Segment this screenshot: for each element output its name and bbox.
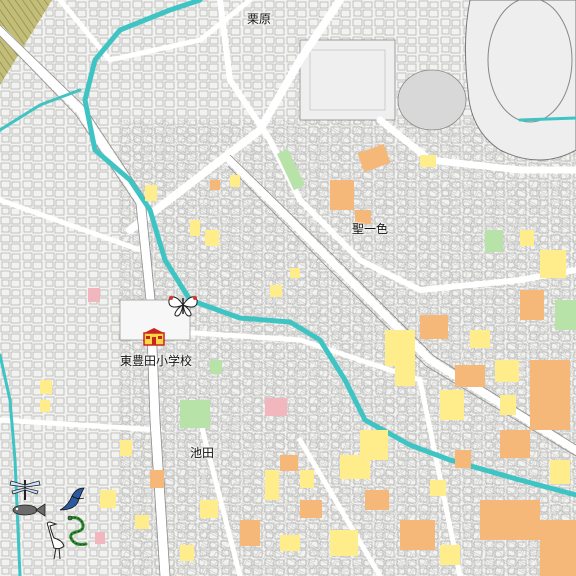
map[interactable]: 栗原 聖一色 池田 東豊田小学校 — [0, 0, 576, 576]
parking-area — [397, 69, 467, 131]
place-label-seiisshiki: 聖一色 — [352, 222, 389, 236]
factory-building — [299, 39, 396, 121]
bird-icon[interactable] — [58, 486, 86, 512]
place-label-school: 東豊田小学校 — [120, 354, 193, 368]
fish-icon[interactable] — [10, 502, 46, 518]
place-label-ikeda: 池田 — [190, 446, 215, 460]
map-canvas — [0, 0, 576, 576]
dragonfly-icon[interactable] — [8, 478, 42, 502]
school-icon[interactable] — [143, 328, 165, 346]
place-label-kurihara: 栗原 — [247, 12, 272, 26]
butterfly-icon[interactable] — [166, 292, 200, 318]
snake-icon[interactable] — [64, 514, 94, 550]
